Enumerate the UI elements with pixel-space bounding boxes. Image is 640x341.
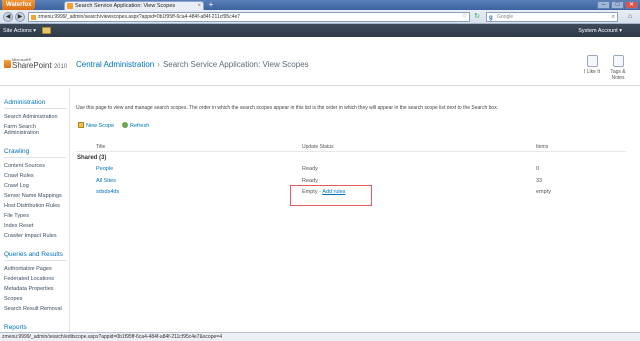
column-header-items[interactable]: Items xyxy=(536,144,548,150)
search-input[interactable]: g Google ⌕ xyxy=(486,12,618,22)
browser-menu-button[interactable]: Waterfox xyxy=(2,0,36,10)
nav-item-server-name-mappings[interactable]: Server Name Mappings xyxy=(0,191,69,201)
close-tab-icon[interactable]: × xyxy=(197,2,201,10)
reload-button[interactable]: ↻ xyxy=(472,12,482,22)
main-content: Use this page to view and manage search … xyxy=(76,88,636,332)
scope-item-count: 0 xyxy=(536,166,540,172)
new-scope-label: New Scope xyxy=(86,123,115,129)
address-bar-url: zmenu:9999/_admin/search/viewscopes.aspx… xyxy=(38,14,241,20)
refresh-label: Refresh xyxy=(130,123,150,129)
nav-group-queries-and-results[interactable]: Queries and Results xyxy=(4,251,66,261)
scope-title-link[interactable]: All Sites xyxy=(96,178,116,184)
page-title: Search Service Application: View Scopes xyxy=(162,60,309,69)
thumbs-up-icon xyxy=(586,55,598,67)
i-like-it-label: I Like It xyxy=(583,69,601,75)
tags-notes-label: Tags & Notes xyxy=(610,69,626,81)
search-icon[interactable]: ⌕ xyxy=(612,13,615,21)
group-header-shared[interactable]: Shared (3) xyxy=(77,155,106,161)
nav-item-crawler-impact-rules[interactable]: Crawler Impact Rules xyxy=(0,231,69,241)
bookmark-star-icon[interactable]: ☆ xyxy=(462,12,467,19)
tab-title: Search Service Application: View Scopes xyxy=(75,3,176,9)
refresh-icon xyxy=(122,122,128,128)
nav-item-host-distribution-rules[interactable]: Host Distribution Rules xyxy=(0,201,69,211)
nav-item-federated-locations[interactable]: Federated Locations xyxy=(0,274,69,284)
scope-title-link[interactable]: People xyxy=(96,166,113,172)
page-favicon-icon xyxy=(67,3,73,9)
tab-strip: Waterfox Search Service Application: Vie… xyxy=(0,0,640,10)
back-button[interactable]: ◀ xyxy=(3,12,13,22)
scope-item-count: empty xyxy=(536,189,551,195)
quick-launch-nav: Administration Search Administration Far… xyxy=(0,88,70,334)
table-header-divider xyxy=(76,151,626,152)
nav-group-crawling[interactable]: Crawling xyxy=(4,148,66,158)
scope-title-link[interactable]: sdsds4ds xyxy=(96,189,119,195)
ribbon-spacer xyxy=(0,37,640,50)
column-header-update-status[interactable]: Update Status xyxy=(302,144,334,150)
new-tab-button[interactable]: + xyxy=(206,1,216,10)
nav-item-metadata-properties[interactable]: Metadata Properties xyxy=(0,284,69,294)
site-actions-menu[interactable]: Site Actions ▾ xyxy=(3,28,36,34)
nav-item-search-result-removal[interactable]: Search Result Removal xyxy=(0,304,69,314)
nav-item-content-sources[interactable]: Content Sources xyxy=(0,161,69,171)
tag-icon xyxy=(612,55,624,67)
forward-button[interactable]: ▶ xyxy=(15,12,25,22)
google-icon: g xyxy=(489,15,493,21)
nav-group-administration[interactable]: Administration xyxy=(4,99,66,109)
search-placeholder: Google xyxy=(497,14,514,20)
maximize-button[interactable]: □ xyxy=(611,1,624,9)
nav-item-crawl-log[interactable]: Crawl Log xyxy=(0,181,69,191)
tags-notes-button[interactable]: Tags & Notes xyxy=(606,55,630,81)
window-controls: – □ ✕ xyxy=(597,1,638,9)
table-row: People Ready 0 xyxy=(76,166,626,176)
sharepoint-logo[interactable]: Microsoft® SharePoint 2010 xyxy=(4,57,69,71)
refresh-button[interactable]: Refresh xyxy=(122,122,149,129)
nav-item-file-types[interactable]: File Types xyxy=(0,211,69,221)
user-account-menu[interactable]: System Account ▾ xyxy=(578,28,622,34)
i-like-it-button[interactable]: I Like It xyxy=(580,55,604,75)
new-scope-button[interactable]: New Scope xyxy=(78,122,114,129)
new-item-icon xyxy=(78,122,84,128)
nav-item-authoritative-pages[interactable]: Authoritative Pages xyxy=(0,264,69,274)
nav-item-scopes[interactable]: Scopes xyxy=(0,294,69,304)
nav-item-farm-search-administration[interactable]: Farm Search Administration xyxy=(0,122,69,138)
navigate-up-icon[interactable] xyxy=(42,27,51,34)
nav-item-search-administration[interactable]: Search Administration xyxy=(0,112,69,122)
nav-item-index-reset[interactable]: Index Reset xyxy=(0,221,69,231)
column-header-title[interactable]: Title xyxy=(96,144,105,150)
scope-item-count: 33 xyxy=(536,178,543,184)
navigation-bar: ◀ ▶ zmenu:9999/_admin/search/viewscopes.… xyxy=(0,10,640,24)
page-header: Microsoft® SharePoint 2010 Central Admin… xyxy=(0,50,640,86)
browser-status-bar: zmenu:9999/_admin/search/editscope.aspx?… xyxy=(0,332,640,341)
sharepoint-logo-icon xyxy=(4,60,11,68)
page-description: Use this page to view and manage search … xyxy=(76,105,499,111)
minimize-button[interactable]: – xyxy=(597,1,610,9)
scope-update-status: Ready xyxy=(302,166,318,172)
tab-search-scopes[interactable]: Search Service Application: View Scopes … xyxy=(64,1,204,10)
highlight-annotation-box xyxy=(290,185,372,206)
site-identity-icon xyxy=(31,15,36,20)
logo-sharepoint-text: SharePoint 2010 xyxy=(12,61,68,70)
scope-update-status: Ready xyxy=(302,178,318,184)
home-button[interactable]: ⌂ xyxy=(624,12,636,22)
breadcrumb: Central Administration › Search Service Ap… xyxy=(76,60,309,69)
nav-item-crawl-rules[interactable]: Crawl Rules xyxy=(0,171,69,181)
close-window-button[interactable]: ✕ xyxy=(625,1,638,9)
breadcrumb-central-administration[interactable]: Central Administration xyxy=(76,60,154,69)
address-bar[interactable]: zmenu:9999/_admin/search/viewscopes.aspx… xyxy=(28,12,470,22)
breadcrumb-separator: › xyxy=(157,60,160,69)
